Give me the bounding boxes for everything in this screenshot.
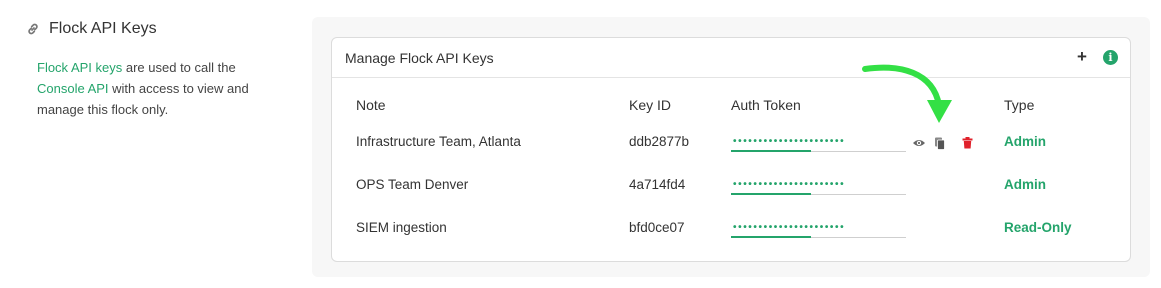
content-panel: Manage Flock API Keys + i Note Key ID Au… (312, 17, 1150, 277)
header-type: Type (1004, 97, 1035, 113)
row-key-id: ddb2877b (629, 134, 690, 149)
token-underline (731, 193, 811, 195)
auth-token-value: •••••••••••••••••••••• (733, 136, 846, 147)
row-note: SIEM ingestion (356, 220, 447, 235)
token-underline (731, 236, 811, 238)
token-underline (731, 150, 811, 152)
console-api-link[interactable]: Console API (37, 81, 109, 96)
card-title: Manage Flock API Keys (345, 50, 494, 66)
copy-icon[interactable] (933, 136, 947, 150)
row-key-id: 4a714fd4 (629, 177, 686, 192)
info-icon[interactable]: i (1103, 50, 1118, 65)
auth-token-field[interactable]: •••••••••••••••••••••• (731, 134, 906, 152)
flock-api-keys-link[interactable]: Flock API keys (37, 60, 122, 75)
description-text-1: are used to call the (122, 60, 236, 75)
section-header: Flock API Keys (26, 18, 286, 40)
auth-token-value: •••••••••••••••••••••• (733, 222, 846, 233)
card-header: Manage Flock API Keys + i (332, 38, 1130, 78)
section-title: Flock API Keys (49, 20, 157, 37)
header-auth-token: Auth Token (731, 97, 801, 113)
section-description: Flock API keys are used to call the Cons… (37, 57, 277, 120)
header-key-id: Key ID (629, 97, 672, 113)
row-type: Admin (1004, 177, 1046, 192)
header-note: Note (356, 97, 386, 113)
api-keys-card: Manage Flock API Keys + i Note Key ID Au… (331, 37, 1131, 262)
add-key-button[interactable]: + (1075, 47, 1089, 67)
trash-icon[interactable] (960, 136, 974, 150)
auth-token-field[interactable]: •••••••••••••••••••••• (731, 220, 906, 238)
section-sidebar: Flock API Keys Flock API keys are used t… (26, 18, 286, 120)
eye-icon[interactable] (912, 136, 926, 150)
row-type: Read-Only (1004, 220, 1072, 235)
row-key-id: bfd0ce07 (629, 220, 685, 235)
row-note: OPS Team Denver (356, 177, 469, 192)
link-icon (26, 22, 40, 36)
auth-token-value: •••••••••••••••••••••• (733, 179, 846, 190)
row-type: Admin (1004, 134, 1046, 149)
auth-token-field[interactable]: •••••••••••••••••••••• (731, 177, 906, 195)
row-note: Infrastructure Team, Atlanta (356, 134, 521, 149)
